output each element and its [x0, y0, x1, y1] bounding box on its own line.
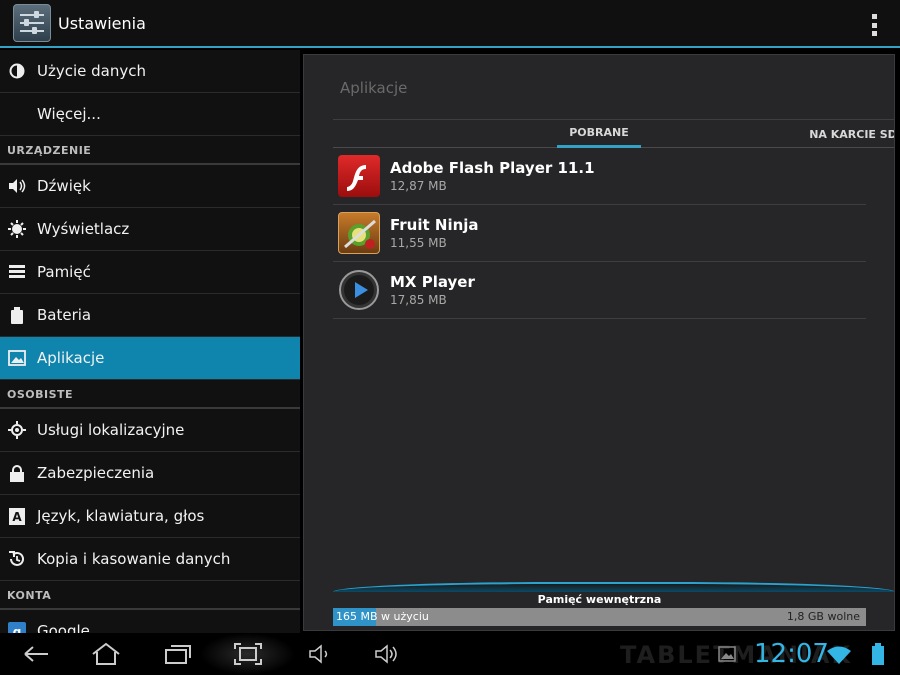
volume-up-button[interactable] — [356, 633, 416, 675]
sidebar-item-label: Zabezpieczenia — [37, 464, 155, 482]
sidebar-item-uslugi-lokalizacyjne[interactable]: Usługi lokalizacyjne — [0, 409, 300, 452]
overflow-menu-icon[interactable] — [872, 14, 878, 36]
gallery-notification-icon[interactable] — [718, 646, 736, 666]
app-name: Fruit Ninja — [390, 216, 479, 234]
tab-downloaded[interactable]: POBRANE — [557, 120, 641, 148]
sidebar-item-label: Google — [37, 622, 90, 633]
sidebar-item-label: Wyświetlacz — [37, 220, 130, 238]
volume-up-icon — [375, 644, 397, 664]
location-icon — [8, 421, 26, 439]
sidebar-item-uzycie-danych[interactable]: Użycie danych — [0, 50, 300, 93]
screenshot-button[interactable] — [200, 633, 295, 675]
app-list-item[interactable]: Fruit Ninja 11,55 MB — [333, 205, 866, 262]
google-icon: g — [8, 622, 26, 633]
flash-player-icon — [338, 155, 380, 197]
app-size: 11,55 MB — [390, 236, 447, 250]
sidebar-item-dzwiek[interactable]: Dźwięk — [0, 165, 300, 208]
sound-icon — [8, 177, 26, 195]
section-header: OSOBISTE — [0, 380, 300, 409]
sidebar-item-aplikacje[interactable]: Aplikacje — [0, 337, 300, 380]
home-icon — [92, 642, 120, 665]
tab-strip: POBRANE NA KARCIE SD — [333, 120, 894, 148]
lock-icon — [8, 464, 26, 482]
battery-icon — [8, 306, 26, 324]
storage-free-text: 1,8 GB wolne — [786, 610, 860, 623]
app-size: 12,87 MB — [390, 179, 447, 193]
sidebar-item-kopia-i-kasowanie-danych[interactable]: Kopia i kasowanie danych — [0, 538, 300, 581]
sidebar-item-pamiec[interactable]: Pamięć — [0, 251, 300, 294]
back-icon — [24, 646, 48, 662]
apps-panel: Aplikacje POBRANE NA KARCIE SD Adobe Fla… — [303, 54, 895, 631]
fruit-ninja-icon — [338, 212, 380, 254]
panel-title: Aplikacje — [340, 79, 408, 97]
sidebar-item-label: Dźwięk — [37, 177, 91, 195]
section-header: KONTA — [0, 581, 300, 610]
sidebar-item-wyswietlacz[interactable]: Wyświetlacz — [0, 208, 300, 251]
wifi-icon — [826, 645, 852, 669]
language-icon: A — [8, 507, 26, 525]
storage-used-text: 165 MB w użyciu — [336, 610, 429, 623]
tab-sd-card[interactable]: NA KARCIE SD — [803, 120, 894, 148]
action-bar: Ustawienia — [0, 0, 900, 48]
section-header: URZĄDZENIE — [0, 136, 300, 165]
volume-down-button[interactable] — [290, 633, 350, 675]
volume-down-icon — [309, 644, 328, 664]
sidebar-item-label: Język, klawiatura, głos — [37, 507, 205, 525]
backup-icon — [8, 550, 26, 568]
system-bar: TABLETMANIAK 12:07 — [0, 633, 900, 675]
svg-text:g: g — [13, 625, 22, 633]
screenshot-icon — [233, 643, 262, 665]
recent-apps-icon — [165, 645, 191, 664]
sidebar-item-label: Więcej... — [37, 105, 101, 123]
clock[interactable]: 12:07 — [754, 639, 829, 669]
settings-app-icon[interactable] — [13, 4, 51, 42]
app-name: MX Player — [390, 273, 475, 291]
sidebar-item-wiecej[interactable]: Więcej... — [0, 93, 300, 136]
app-size: 17,85 MB — [390, 293, 447, 307]
app-name: Adobe Flash Player 11.1 — [390, 159, 595, 177]
sidebar-item-bateria[interactable]: Bateria — [0, 294, 300, 337]
settings-sidebar: Użycie danych Więcej... URZĄDZENIE Dźwięk Wy… — [0, 50, 300, 633]
battery-status-icon — [872, 643, 884, 669]
home-button[interactable] — [76, 633, 136, 675]
storage-graph — [333, 582, 894, 592]
display-icon — [8, 220, 26, 238]
storage-label: Pamięć wewnętrzna — [537, 593, 662, 606]
app-list-item[interactable]: Adobe Flash Player 11.1 12,87 MB — [333, 148, 866, 205]
sidebar-item-zabezpieczenia[interactable]: Zabezpieczenia — [0, 452, 300, 495]
page-title: Ustawienia — [58, 13, 146, 33]
sidebar-item-label: Pamięć — [37, 263, 91, 281]
storage-icon — [8, 263, 26, 281]
sidebar-item-label: Aplikacje — [37, 349, 105, 367]
back-button[interactable] — [6, 633, 66, 675]
apps-icon — [8, 349, 26, 367]
app-list-item[interactable]: MX Player 17,85 MB — [333, 262, 866, 319]
sidebar-item-label: Usługi lokalizacyjne — [37, 421, 185, 439]
sidebar-item-jezyk-klawiatura-glos[interactable]: A Język, klawiatura, głos — [0, 495, 300, 538]
sidebar-item-google[interactable]: g Google — [0, 610, 300, 633]
recent-apps-button[interactable] — [148, 633, 208, 675]
sidebar-item-label: Kopia i kasowanie danych — [37, 550, 231, 568]
mx-player-icon — [338, 269, 380, 311]
sidebar-item-label: Bateria — [37, 306, 92, 324]
svg-text:A: A — [12, 510, 22, 524]
data-usage-icon — [8, 62, 26, 80]
storage-bar: 165 MB w użyciu 1,8 GB wolne — [333, 608, 866, 626]
sidebar-item-label: Użycie danych — [37, 62, 146, 80]
